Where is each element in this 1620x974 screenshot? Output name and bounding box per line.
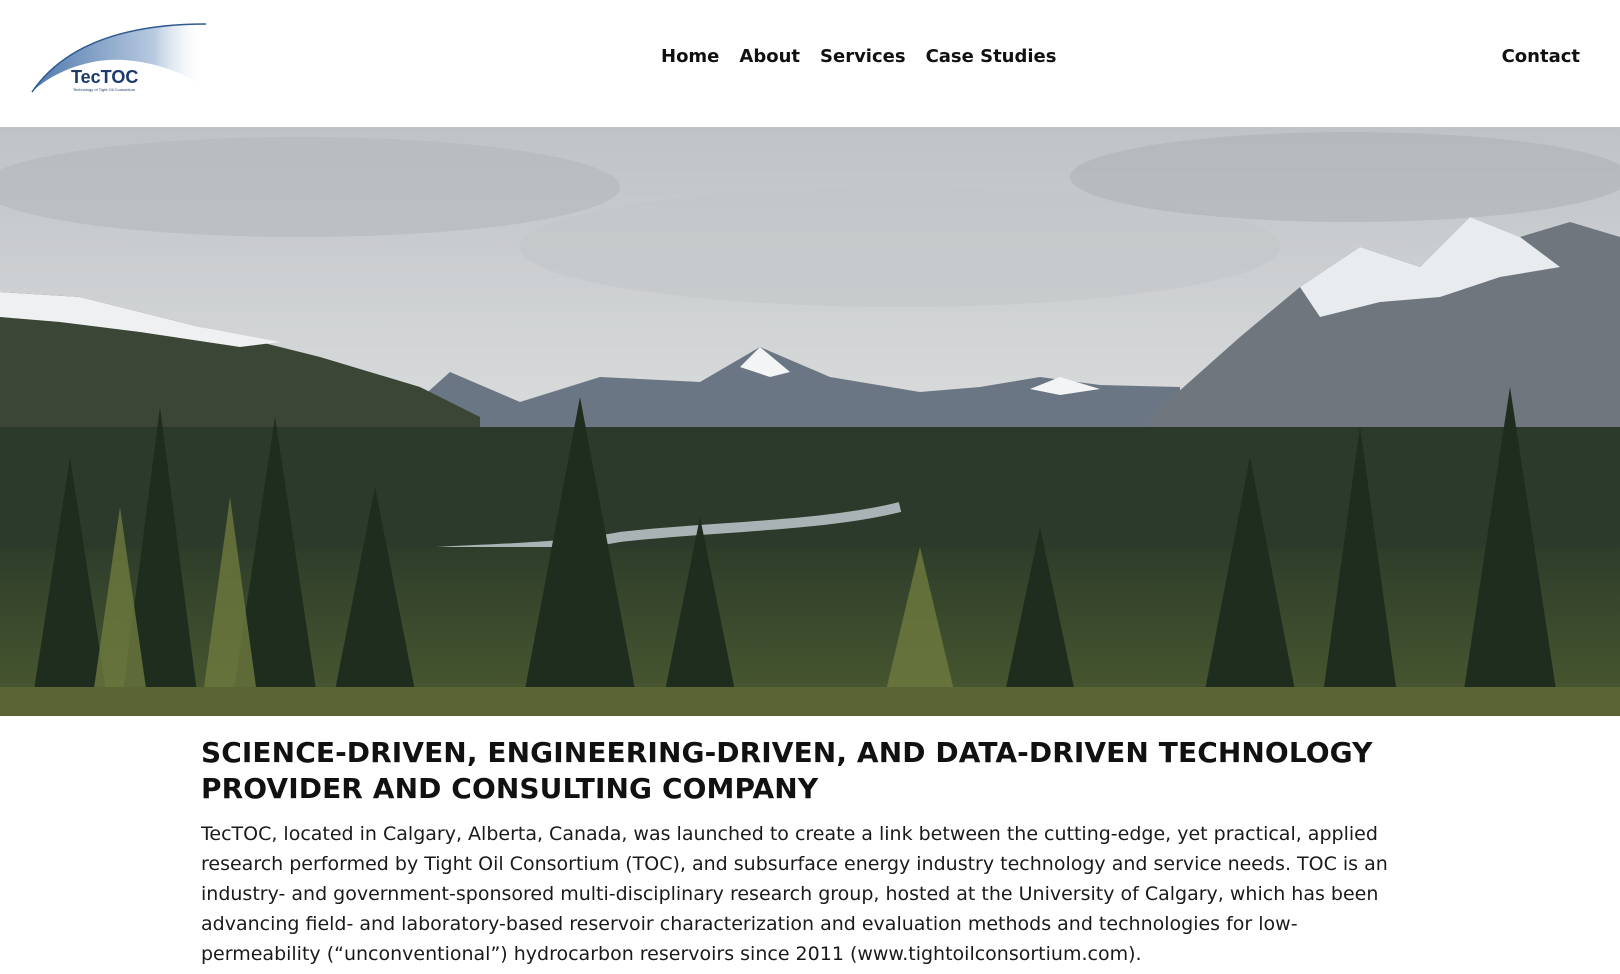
logo-swoosh-icon: TecTOC Technology of Tight Oil Consortiu… xyxy=(31,23,207,93)
hero-image xyxy=(0,127,1620,716)
main-nav: Home About Services Case Studies xyxy=(661,46,1056,67)
nav-home[interactable]: Home xyxy=(661,46,719,67)
nav-case-studies[interactable]: Case Studies xyxy=(926,46,1057,67)
intro-section: SCIENCE-DRIVEN, ENGINEERING-DRIVEN, AND … xyxy=(201,735,1431,969)
logo-tagline: Technology of Tight Oil Consortium xyxy=(73,87,136,92)
intro-paragraph: TecTOC, located in Calgary, Alberta, Can… xyxy=(201,823,1388,965)
nav-about[interactable]: About xyxy=(739,46,800,67)
nav-services[interactable]: Services xyxy=(820,46,906,67)
tectoc-logo[interactable]: TecTOC Technology of Tight Oil Consortiu… xyxy=(28,18,208,98)
logo-text: TecTOC xyxy=(71,67,138,87)
nav-contact[interactable]: Contact xyxy=(1502,46,1580,67)
mountain-landscape-image xyxy=(0,127,1620,716)
page-headline: SCIENCE-DRIVEN, ENGINEERING-DRIVEN, AND … xyxy=(201,736,1373,805)
site-header: TecTOC Technology of Tight Oil Consortiu… xyxy=(0,0,1620,127)
